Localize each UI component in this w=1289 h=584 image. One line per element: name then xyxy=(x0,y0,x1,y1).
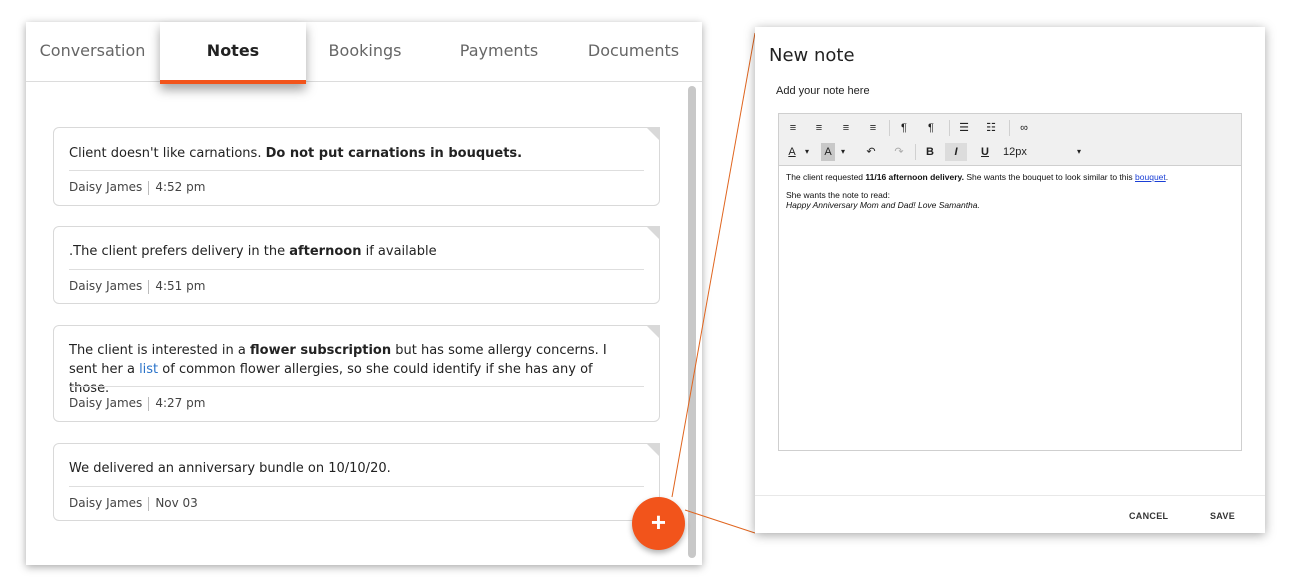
highlight-color-icon[interactable]: A xyxy=(821,143,835,161)
align-right-icon[interactable]: ≡ xyxy=(838,119,854,137)
note-card[interactable]: The client is interested in a flower sub… xyxy=(53,325,660,422)
note-card[interactable]: .The client prefers delivery in the afte… xyxy=(53,226,660,304)
add-note-button[interactable]: + xyxy=(632,497,685,550)
note-meta: Daisy James 4:51 pm xyxy=(69,279,205,294)
chevron-down-icon: ▾ xyxy=(1077,147,1082,156)
align-justify-icon[interactable]: ≡ xyxy=(865,119,881,137)
rich-text-editor[interactable]: ≡ ≡ ≡ ≡ ¶ ¶ ☰ ☷ ∞ A ▾ A ▾ ↶ ↷ B I U 12px… xyxy=(778,113,1242,451)
chevron-down-icon[interactable]: ▾ xyxy=(838,143,848,161)
dialog-title: New note xyxy=(769,45,855,66)
fold-corner-icon xyxy=(646,443,660,457)
note-meta: Daisy James Nov 03 xyxy=(69,496,198,511)
note-meta: Daisy James 4:27 pm xyxy=(69,396,205,411)
align-left-icon[interactable]: ≡ xyxy=(785,119,801,137)
allergy-list-link[interactable]: list xyxy=(139,362,158,377)
note-card[interactable]: Client doesn't like carnations. Do not p… xyxy=(53,127,660,206)
fold-corner-icon xyxy=(646,226,660,240)
divider xyxy=(69,269,644,270)
fold-corner-icon xyxy=(646,325,660,339)
bouquet-link[interactable]: bouquet xyxy=(1135,172,1166,182)
bullet-list-icon[interactable]: ☰ xyxy=(956,119,972,137)
note-text: Client doesn't like carnations. Do not p… xyxy=(69,146,523,161)
dialog-footer-divider xyxy=(755,495,1265,496)
divider xyxy=(69,386,644,387)
align-center-icon[interactable]: ≡ xyxy=(811,119,827,137)
chevron-down-icon[interactable]: ▾ xyxy=(802,143,812,161)
tab-conversation[interactable]: Conversation xyxy=(26,22,159,82)
note-time: 4:27 pm xyxy=(155,396,206,410)
note-text: The client is interested in a flower sub… xyxy=(69,343,607,396)
cancel-button[interactable]: CANCEL xyxy=(1129,511,1168,521)
bold-icon[interactable]: B xyxy=(922,143,938,161)
fold-corner-icon xyxy=(646,127,660,141)
tab-payments[interactable]: Payments xyxy=(434,22,564,82)
ltr-icon[interactable]: ¶ xyxy=(896,119,912,137)
tab-notes[interactable]: Notes xyxy=(160,22,306,84)
scrollbar[interactable] xyxy=(688,86,696,558)
tab-documents[interactable]: Documents xyxy=(571,22,696,82)
rtl-icon[interactable]: ¶ xyxy=(923,119,939,137)
note-text: .The client prefers delivery in the afte… xyxy=(69,244,437,259)
tab-bookings[interactable]: Bookings xyxy=(306,22,424,82)
note-author: Daisy James xyxy=(69,180,143,194)
note-text: We delivered an anniversary bundle on 10… xyxy=(69,461,391,476)
redo-icon[interactable]: ↷ xyxy=(891,143,907,161)
divider xyxy=(69,486,644,487)
tab-bar: Conversation Notes Bookings Payments Doc… xyxy=(26,22,702,84)
numbered-list-icon[interactable]: ☷ xyxy=(983,119,999,137)
text-color-icon[interactable]: A xyxy=(785,143,799,161)
note-author: Daisy James xyxy=(69,279,143,293)
editor-content[interactable]: The client requested 11/16 afternoon del… xyxy=(786,172,1234,210)
italic-icon[interactable]: I xyxy=(945,143,967,161)
undo-icon[interactable]: ↶ xyxy=(863,143,879,161)
divider xyxy=(69,170,644,171)
note-author: Daisy James xyxy=(69,496,143,510)
note-time: Nov 03 xyxy=(155,496,198,510)
link-icon[interactable]: ∞ xyxy=(1016,119,1032,137)
plus-icon: + xyxy=(650,507,667,537)
new-note-dialog: New note Add your note here ≡ ≡ ≡ ≡ ¶ ¶ … xyxy=(755,27,1265,533)
note-meta: Daisy James 4:52 pm xyxy=(69,180,205,195)
note-time: 4:51 pm xyxy=(155,279,206,293)
note-author: Daisy James xyxy=(69,396,143,410)
save-button[interactable]: SAVE xyxy=(1210,511,1235,521)
font-size-select[interactable]: 12px ▾ xyxy=(1003,143,1093,161)
note-card[interactable]: We delivered an anniversary bundle on 10… xyxy=(53,443,660,521)
editor-toolbar: ≡ ≡ ≡ ≡ ¶ ¶ ☰ ☷ ∞ A ▾ A ▾ ↶ ↷ B I U 12px… xyxy=(779,114,1241,166)
dialog-subtitle: Add your note here xyxy=(776,85,870,97)
notes-panel: Conversation Notes Bookings Payments Doc… xyxy=(26,22,702,565)
note-time: 4:52 pm xyxy=(155,180,206,194)
underline-icon[interactable]: U xyxy=(977,143,993,161)
